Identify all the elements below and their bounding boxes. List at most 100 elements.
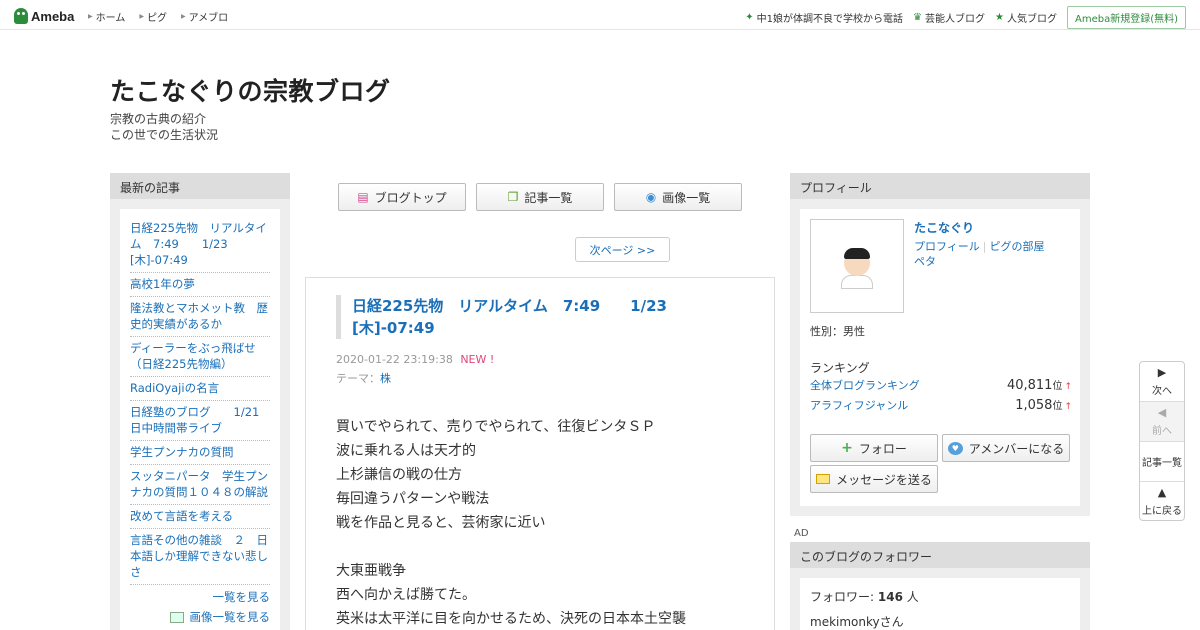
article-line: 英米は太平洋に目を向かせるため、決死の日本本土空襲 [336, 611, 686, 627]
recent-entries-list: 日経225先物 リアルタイム 7:49 1/23 [木]-07:49 高校1年の… [120, 209, 280, 630]
list-item[interactable]: スッタニパータ 学生プンナカの質問１０４８の解説 [130, 465, 270, 505]
profile-gender: 性別：男性 [810, 325, 865, 338]
blog-description-line: この世での生活状況 [110, 128, 219, 142]
theme-link[interactable]: 株 [380, 372, 391, 385]
article-date: 2020-01-22 23:19:38 NEW ! [336, 353, 494, 366]
star-icon: ★ [995, 12, 1004, 23]
blog-top-button[interactable]: ▤ ブログトップ [338, 183, 466, 211]
list-item[interactable]: RadiOyajiの名言 [130, 377, 270, 401]
view-all-link[interactable]: 一覧を見る [130, 589, 271, 605]
amember-icon: ♥ [947, 441, 963, 455]
article-line: 波に乗れる人は天才的 [336, 443, 476, 459]
document-icon: ▤ [357, 190, 369, 204]
signup-button[interactable]: Ameba新規登録(無料) [1066, 6, 1186, 29]
profile-link[interactable]: プロフィール [914, 240, 980, 253]
rank-value: 1,058 [1015, 398, 1053, 413]
nav-ameblo[interactable]: ▶ アメブロ [181, 9, 228, 24]
celebrity-blog-link[interactable]: ♛ 芸能人ブログ [913, 10, 985, 25]
popular-blog-label: 人気ブログ [1006, 14, 1057, 25]
back-to-top-button[interactable]: ▲ 上に戻る [1140, 482, 1184, 522]
rank-unit: 位 [1052, 381, 1063, 392]
blog-description-line: 宗教の古典の紹介 [110, 112, 207, 126]
copy-icon: ❐ [507, 190, 519, 204]
logo-text: Ameba [31, 8, 75, 24]
list-item[interactable]: ディーラーをぶっ飛ばせ（日経225先物編） [130, 337, 270, 377]
blog-top-label: ブログトップ [374, 190, 447, 205]
genre-ranking-link[interactable]: アラフィフジャンル [810, 397, 908, 413]
amember-button[interactable]: ♥ アメンバーになる [942, 434, 1070, 462]
image-list-icon [169, 611, 184, 623]
ranking-label: ランキング [810, 361, 870, 375]
list-item[interactable]: 日経225先物 リアルタイム 7:49 1/23 [木]-07:49 [130, 217, 270, 273]
blog-title[interactable]: たこなぐりの宗教ブログ [110, 72, 391, 108]
nav-pig[interactable]: ▶ ピグ [139, 9, 167, 24]
ad-label: AD [794, 528, 809, 539]
follower-count: フォロワー: 146 人 [810, 588, 1070, 605]
send-message-button[interactable]: メッセージを送る [810, 465, 938, 493]
rank-up-icon: ↑ [1064, 402, 1072, 412]
ameba-logo[interactable]: Ameba [14, 7, 74, 25]
prev-entry-label: 前へ [1152, 425, 1172, 437]
article-line: 毎回違うパターンや戦法 [336, 491, 490, 507]
crown-icon: ♛ [913, 12, 923, 23]
prev-entry-button[interactable]: ◀ 前へ [1140, 402, 1184, 442]
followers-heading: このブログのフォロワー [790, 542, 1090, 568]
profile-box: プロフィール たこなぐり プロフィール | ピグの部屋 ペタ 性別：男性 ランキング… [790, 173, 1090, 516]
trending-topic-label: 中1娘が体調不良で学校から電話 [756, 14, 904, 25]
entry-list-button[interactable]: ❐ 記事一覧 [476, 183, 604, 211]
triangle-right-icon: ▶ [88, 13, 93, 20]
top-right-links: ✦ 中1娘が体調不良で学校から電話 ♛ 芸能人ブログ ★ 人気ブログ Ameba新規登… [745, 6, 1186, 29]
blog-description: 宗教の古典の紹介 この世での生活状況 [110, 111, 218, 143]
rank-up-icon: ↑ [1064, 382, 1072, 392]
list-item[interactable]: 日経塾のブログ 1/21 日中時間帯ライブ [130, 401, 270, 441]
view-images-label: 画像一覧を見る [189, 610, 271, 624]
view-images-link[interactable]: 画像一覧を見る [130, 609, 270, 625]
peta-link[interactable]: ペタ [914, 255, 936, 268]
overall-ranking-link[interactable]: 全体ブログランキング [810, 377, 920, 393]
next-entry-button[interactable]: ▶ 次へ [1140, 362, 1184, 402]
list-item[interactable]: 改めて言語を考える [130, 505, 270, 529]
article-line: 西へ向かえば勝てた。 [336, 587, 476, 603]
rank-row-genre: アラフィフジャンル 1,058位 ↑ [810, 397, 1072, 413]
entry-list-float-button[interactable]: 記事一覧 [1140, 442, 1184, 482]
article-title[interactable]: 日経225先物 リアルタイム 7:49 1/23 [木]-07:49 [352, 295, 716, 339]
link-separator: | [982, 240, 987, 253]
overall-ranking-value: 40,811位 ↑ [1007, 377, 1072, 393]
nav-home-label: ホーム [95, 13, 126, 24]
follower-count-label: フォロワー: [810, 590, 875, 604]
list-item[interactable]: 学生プンナカの質問 [130, 441, 270, 465]
nav-pig-label: ピグ [146, 13, 167, 24]
top-bar: Ameba ▶ ホーム ▶ ピグ ▶ アメブロ ✦ 中1娘が体調不良で学校から電話 ♛ 芸… [0, 0, 1200, 30]
article-blank-line [336, 535, 756, 559]
follower-user[interactable]: mekimonkyさん [810, 613, 1070, 630]
list-item[interactable]: 高校1年の夢 [130, 273, 270, 297]
nav-ameblo-label: アメブロ [188, 13, 229, 24]
article-line: 買いでやられて、売りでやられて、往復ビンタＳＰ [336, 419, 656, 435]
avatar[interactable] [810, 219, 904, 313]
follower-count-unit: 人 [906, 590, 919, 604]
recent-entries-box: 最新の記事 日経225先物 リアルタイム 7:49 1/23 [木]-07:49… [110, 173, 290, 630]
follow-button[interactable]: + フォロー [810, 434, 938, 462]
new-badge: NEW ! [460, 353, 495, 366]
popular-blog-link[interactable]: ★ 人気ブログ [995, 10, 1057, 25]
triangle-right-icon: ▶ [1157, 365, 1167, 379]
trending-topic-link[interactable]: ✦ 中1娘が体調不良で学校から電話 [745, 10, 903, 25]
floating-nav: ▶ 次へ ◀ 前へ 記事一覧 ▲ 上に戻る [1139, 361, 1185, 521]
triangle-right-icon: ▶ [180, 13, 186, 20]
list-item[interactable]: 言語その他の雑談 ２ 日本語しか理解できない悲しさ [130, 529, 270, 585]
blog-tabs: ▤ ブログトップ ❐ 記事一覧 ◉ 画像一覧 [338, 183, 752, 211]
celebrity-blog-label: 芸能人ブログ [925, 14, 986, 25]
rank-row-overall: 全体ブログランキング 40,811位 ↑ [810, 377, 1072, 393]
list-item[interactable]: 隆法教とマホメット教 歴史的実績があるか [130, 297, 270, 337]
theme-label: テーマ： [336, 372, 380, 385]
genre-ranking-value: 1,058位 ↑ [1015, 397, 1072, 413]
mail-icon [816, 474, 831, 484]
next-page-button[interactable]: 次ページ >> [575, 237, 670, 262]
sparkle-icon: ✦ [745, 12, 754, 23]
follow-label: フォロー [858, 441, 907, 456]
pig-room-link[interactable]: ピグの部屋 [990, 240, 1045, 253]
image-list-button[interactable]: ◉ 画像一覧 [614, 183, 742, 211]
nav-home[interactable]: ▶ ホーム [88, 9, 125, 24]
amember-label: アメンバーになる [968, 441, 1065, 456]
profile-name[interactable]: たこなぐり [914, 219, 974, 236]
